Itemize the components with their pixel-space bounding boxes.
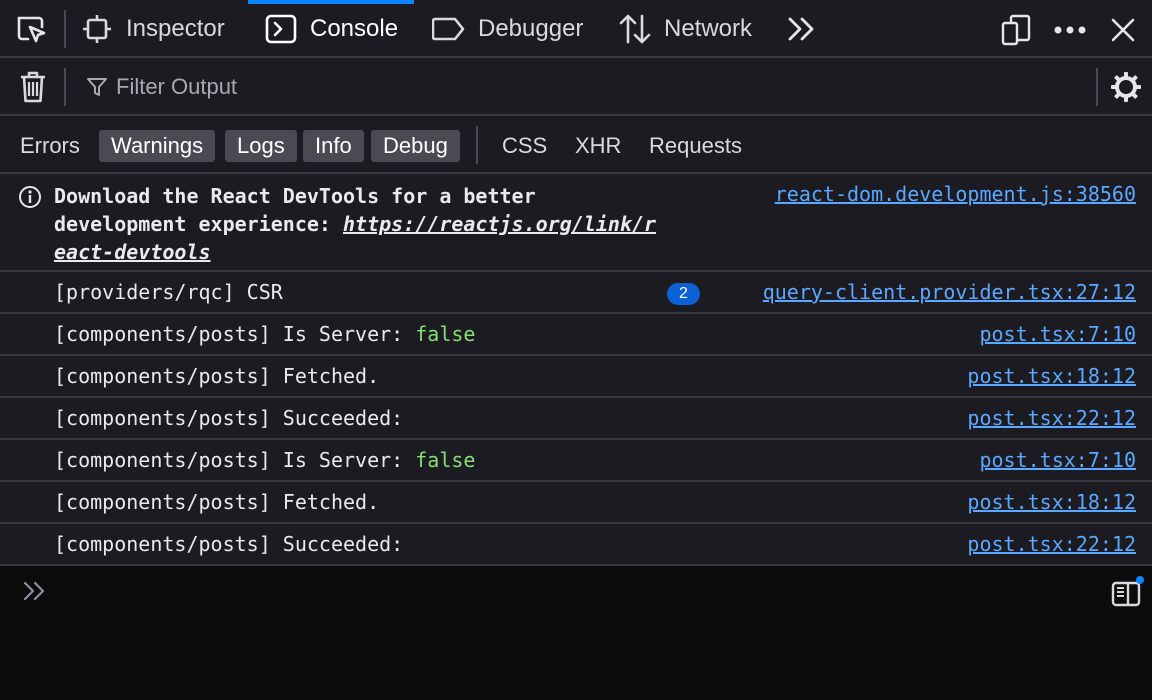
filter-css[interactable]: CSS — [490, 130, 559, 162]
settings-divider — [1096, 68, 1098, 106]
ellipsis-icon — [1054, 26, 1086, 34]
console-message-info: Download the React DevTools for a better… — [0, 174, 1152, 272]
filter-logs[interactable]: Logs — [225, 130, 297, 162]
responsive-mode-icon — [1001, 14, 1031, 46]
console-message: [components/posts] Fetched. post.tsx:18:… — [0, 482, 1152, 524]
message-text: [components/posts] Fetched. — [54, 364, 380, 388]
source-link[interactable]: post.tsx:7:10 — [979, 322, 1136, 346]
toolbar-divider — [64, 10, 66, 48]
options-menu-button[interactable] — [1050, 12, 1090, 48]
message-text: Download the React DevTools for a better… — [54, 182, 656, 266]
console-settings-button[interactable] — [1106, 68, 1146, 106]
tab-network[interactable]: Network — [618, 0, 752, 58]
devtools-link[interactable]: https://reactjs.org/link/r — [343, 212, 656, 236]
console-message: [components/posts] Is Server: false post… — [0, 440, 1152, 482]
console-icon — [264, 12, 298, 46]
tab-label: Inspector — [126, 15, 225, 42]
source-link[interactable]: post.tsx:18:12 — [967, 490, 1136, 514]
network-icon — [618, 12, 652, 46]
level-divider — [476, 126, 478, 164]
tab-label: Network — [664, 15, 753, 42]
trash-icon — [21, 71, 45, 103]
filter-debug[interactable]: Debug — [371, 130, 460, 162]
more-tools-button[interactable] — [784, 12, 820, 46]
tab-label: Debugger — [478, 15, 584, 42]
filter-requests[interactable]: Requests — [637, 130, 754, 162]
close-devtools-button[interactable] — [1106, 12, 1140, 48]
source-link[interactable]: react-dom.development.js:38560 — [775, 182, 1136, 206]
console-message: [components/posts] Is Server: false post… — [0, 314, 1152, 356]
filter-bar: Filter Output — [0, 58, 1152, 116]
message-text: [components/posts] Succeeded: — [54, 532, 404, 556]
sidebar-toggle-icon — [1111, 576, 1144, 607]
console-message: [components/posts] Succeeded: post.tsx:2… — [0, 398, 1152, 440]
filter-xhr[interactable]: XHR — [563, 130, 633, 162]
filter-warnings[interactable]: Warnings — [99, 130, 216, 162]
source-link[interactable]: post.tsx:22:12 — [967, 406, 1136, 430]
console-output: Download the React DevTools for a better… — [0, 174, 1152, 566]
tab-console[interactable]: Console — [247, 0, 415, 58]
console-input-area[interactable] — [0, 566, 1152, 700]
devtools-link-continued[interactable]: eact-devtools — [54, 240, 211, 264]
filter-divider — [64, 68, 66, 106]
message-text: [components/posts] Is Server: false — [54, 322, 475, 346]
source-link[interactable]: post.tsx:7:10 — [979, 448, 1136, 472]
prompt-chevron-icon — [22, 580, 48, 607]
tab-label: Console — [310, 15, 399, 42]
gear-icon — [1111, 72, 1141, 102]
source-link[interactable]: post.tsx:18:12 — [967, 364, 1136, 388]
source-link[interactable]: post.tsx:22:12 — [967, 532, 1136, 556]
message-line: eact-devtools — [54, 238, 656, 266]
double-chevron-right-icon — [788, 17, 814, 41]
log-level-filters: Errors Warnings Logs Info Debug CSS XHR … — [0, 116, 1152, 174]
element-picker-button[interactable] — [12, 12, 52, 48]
filter-placeholder: Filter Output — [116, 74, 238, 99]
message-prefix: [components/posts] Is Server: — [54, 448, 416, 472]
message-text: [providers/rqc] CSR — [54, 280, 283, 304]
repeat-count-badge: 2 — [667, 283, 700, 305]
console-message: [providers/rqc] CSR 2 query-client.provi… — [0, 272, 1152, 314]
message-line: development experience: https://reactjs.… — [54, 210, 656, 238]
message-line: Download the React DevTools for a better — [54, 184, 536, 208]
debugger-icon — [432, 12, 466, 46]
console-message: [components/posts] Fetched. post.tsx:18:… — [0, 356, 1152, 398]
filter-icon — [84, 74, 110, 100]
tab-inspector[interactable]: Inspector — [80, 0, 225, 58]
message-prefix: [components/posts] Is Server: — [54, 322, 416, 346]
close-icon — [1111, 18, 1135, 42]
clear-console-button[interactable] — [14, 68, 52, 106]
devtools-toolbar: Inspector Console Debugger Network — [0, 0, 1152, 58]
toggle-sidebar-button[interactable] — [1106, 572, 1148, 612]
inspector-icon — [80, 12, 114, 46]
source-link[interactable]: query-client.provider.tsx:27:12 — [763, 280, 1136, 304]
message-text: [components/posts] Fetched. — [54, 490, 380, 514]
message-text: [components/posts] Succeeded: — [54, 406, 404, 430]
info-icon — [18, 185, 42, 214]
responsive-design-button[interactable] — [998, 12, 1034, 48]
boolean-value: false — [415, 448, 476, 472]
message-line-prefix: development experience: — [54, 212, 343, 236]
tab-debugger[interactable]: Debugger — [432, 0, 583, 58]
boolean-value: false — [415, 322, 476, 346]
filter-errors[interactable]: Errors — [8, 130, 92, 162]
filter-info[interactable]: Info — [303, 130, 364, 162]
element-picker-icon — [17, 16, 46, 43]
filter-output-input[interactable]: Filter Output — [84, 68, 1084, 106]
console-message: [components/posts] Succeeded: post.tsx:2… — [0, 524, 1152, 566]
message-text: [components/posts] Is Server: false — [54, 448, 475, 472]
